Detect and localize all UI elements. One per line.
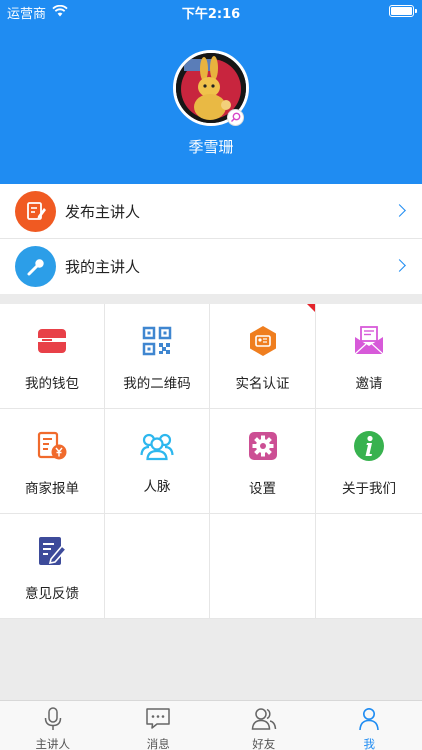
status-time: 下午2:16 [181,7,241,22]
chevron-right-icon [393,259,406,272]
tab-label: 我 [363,737,376,750]
grid-item-settings[interactable]: 设置 [210,409,316,514]
friends-tab-icon [251,707,277,735]
tab-friends[interactable]: 好友 [211,701,317,750]
me-tab-icon [358,707,380,735]
grid-item-merchant-bill[interactable]: 商家报单 [0,409,105,514]
status-bar: 运营商 下午2:16 [0,0,422,22]
microphone-icon [15,246,56,287]
grid-item-label: 商家报单 [25,481,79,497]
profile-name: 季雪珊 [188,138,234,156]
grid-item-label: 设置 [249,481,276,497]
speaker-menu-list: 发布主讲人 我的主讲人 [0,184,422,294]
battery-icon [389,5,417,17]
merchant-bill-icon [35,429,69,463]
grid-item-label: 邀请 [355,376,383,392]
grid-item-label: 实名认证 [235,376,290,392]
tab-label: 好友 [252,737,276,750]
tab-label: 消息 [146,737,170,750]
my-speaker-label: 我的主讲人 [65,258,141,276]
qr-code-icon [140,324,174,358]
microphone-tab-icon [42,707,64,735]
invite-envelope-icon [352,324,386,358]
grid-item-label: 我的二维码 [123,376,191,392]
grid-item-label: 关于我们 [342,481,396,497]
grid-empty-cell [210,514,316,619]
contacts-icon [140,429,174,463]
grid-item-label: 意见反馈 [25,586,79,602]
message-tab-icon [145,707,171,735]
tab-speaker[interactable]: 主讲人 [0,701,106,750]
grid-empty-cell [316,514,422,619]
feedback-icon [35,534,69,568]
verified-ribbon: 已认证 [280,304,315,339]
grid-item-feedback[interactable]: 意见反馈 [0,514,105,619]
id-card-icon [246,324,280,358]
grid-item-label: 人脉 [143,479,171,495]
edit-document-icon [15,190,56,232]
grid-empty-cell [105,514,210,619]
avatar-search-badge-icon [227,109,244,126]
tab-bar: 主讲人 消息 好友 我 [0,700,422,750]
publish-speaker-label: 发布主讲人 [65,202,141,221]
publish-speaker-item[interactable]: 发布主讲人 [0,184,422,239]
grid-item-contacts[interactable]: 人脉 [105,409,210,514]
my-speaker-item[interactable]: 我的主讲人 [0,239,422,294]
grid-item-qr-code[interactable]: 我的二维码 [105,304,210,409]
tab-label: 主讲人 [35,737,71,750]
tab-messages[interactable]: 消息 [106,701,212,750]
grid-item-real-name-auth[interactable]: 已认证 实名认证 [210,304,316,409]
feature-grid: 我的钱包 我的二维码 已认证 实名认证 邀请 商家报单 人脉 设置 关于我们 意… [0,304,422,619]
settings-gear-icon [246,429,280,463]
grid-item-label: 我的钱包 [25,376,79,392]
tab-me[interactable]: 我 [317,701,422,750]
grid-item-invite[interactable]: 邀请 [316,304,422,409]
grid-item-wallet[interactable]: 我的钱包 [0,304,105,409]
wallet-icon [35,324,69,358]
info-icon [352,429,386,463]
grid-item-about-us[interactable]: 关于我们 [316,409,422,514]
chevron-right-icon [393,204,406,217]
profile-header: 运营商 下午2:16 季雪珊 [0,0,422,184]
